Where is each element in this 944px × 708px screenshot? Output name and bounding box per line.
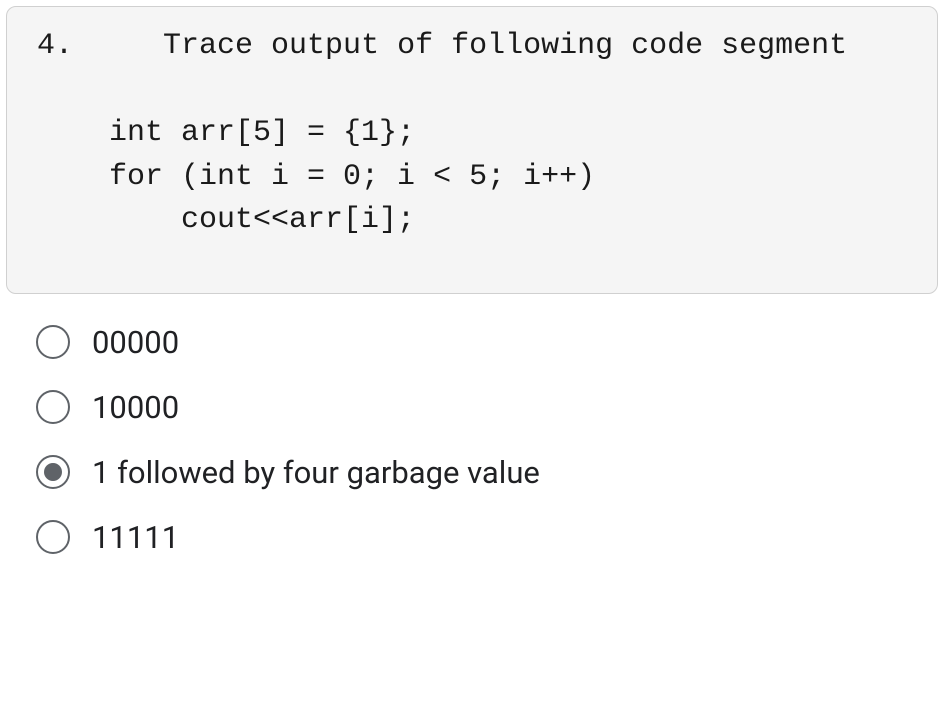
code-line: cout<<arr[i]; xyxy=(37,203,415,237)
code-line: int arr[5] = {1}; xyxy=(37,116,415,150)
option-garbage[interactable]: 1 followed by four garbage value xyxy=(36,454,944,491)
option-00000[interactable]: 00000 xyxy=(36,324,944,361)
question-number: 4. xyxy=(37,29,73,63)
radio-icon[interactable] xyxy=(36,455,70,489)
code-line: for (int i = 0; i < 5; i++) xyxy=(37,160,595,194)
option-label: 11111 xyxy=(92,519,179,556)
option-10000[interactable]: 10000 xyxy=(36,389,944,426)
radio-icon[interactable] xyxy=(36,325,70,359)
option-label: 00000 xyxy=(92,324,179,361)
option-label: 1 followed by four garbage value xyxy=(92,454,540,491)
option-label: 10000 xyxy=(92,389,179,426)
question-prompt: Trace output of following code segment xyxy=(163,29,847,63)
option-11111[interactable]: 11111 xyxy=(36,519,944,556)
radio-icon[interactable] xyxy=(36,520,70,554)
question-code-block: 4. Trace output of following code segmen… xyxy=(6,6,938,294)
radio-icon[interactable] xyxy=(36,390,70,424)
answer-options: 00000 10000 1 followed by four garbage v… xyxy=(0,294,944,556)
